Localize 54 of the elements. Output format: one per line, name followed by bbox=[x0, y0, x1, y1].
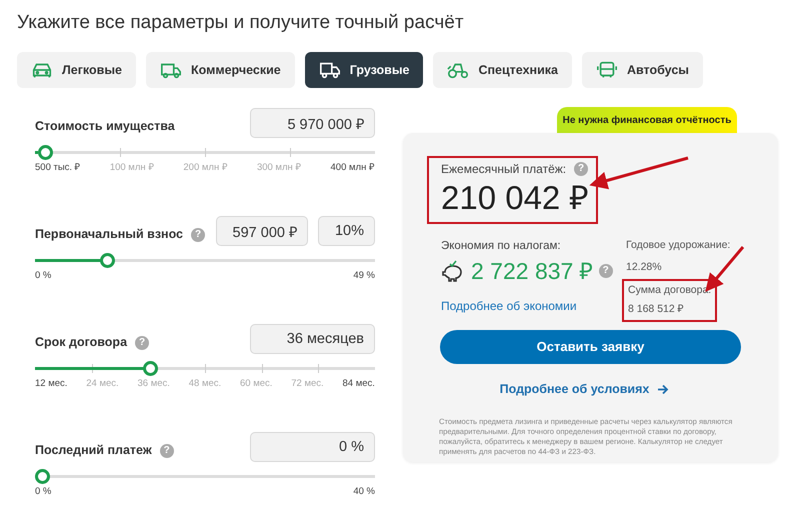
truck-icon bbox=[318, 61, 341, 79]
field-label: Стоимость имущества bbox=[35, 118, 175, 136]
field-label: Срок договора bbox=[35, 334, 128, 352]
van-icon bbox=[160, 61, 182, 79]
savings-label: Экономия по налогам: bbox=[441, 239, 562, 254]
bus-icon bbox=[596, 61, 618, 79]
slider-thumb[interactable] bbox=[38, 145, 54, 160]
contract-label: Сумма договора: bbox=[628, 282, 712, 298]
scale-label: 100 млн ₽ bbox=[110, 161, 154, 175]
annual-value: 12.28% bbox=[626, 260, 663, 275]
contract-value: 8 168 512 ₽ bbox=[628, 302, 685, 318]
monthly-label: Ежемесячный платёж: bbox=[441, 161, 566, 178]
scale-label: 300 млн ₽ bbox=[256, 161, 302, 175]
value-input[interactable]: 10% bbox=[318, 216, 375, 246]
scale-label: 36 мес. bbox=[138, 377, 170, 391]
scale-label: 24 мес. bbox=[86, 377, 119, 391]
savings-link[interactable]: Подробнее об экономии bbox=[441, 297, 577, 316]
scale-label: 49 % bbox=[353, 269, 375, 283]
value-input[interactable]: 597 000 ₽ bbox=[216, 216, 308, 246]
slider-thumb[interactable] bbox=[143, 361, 158, 376]
scale-label: 0 % bbox=[35, 485, 52, 499]
scale-label: 500 тыс. ₽ bbox=[35, 161, 81, 175]
value-input[interactable]: 0 % bbox=[250, 432, 375, 462]
scale-label: 48 мес. bbox=[188, 377, 222, 391]
monthly-amount: 210 042 ₽ bbox=[441, 178, 588, 218]
scale-label: 72 мес. bbox=[291, 377, 324, 391]
scale-label: 200 млн ₽ bbox=[183, 161, 228, 175]
scale-label: 40 % bbox=[353, 485, 375, 499]
tractor-icon bbox=[447, 61, 470, 79]
submit-button[interactable]: Оставить заявку bbox=[440, 330, 741, 364]
scale-label: 60 мес. bbox=[240, 377, 272, 391]
promo-badge: Не нужна финансовая отчётность bbox=[557, 107, 737, 133]
scale-label: 12 мес. bbox=[35, 377, 68, 391]
slider-thumb[interactable] bbox=[35, 469, 50, 484]
field-label: Последний платеж bbox=[35, 442, 152, 460]
scale-label: 0 % bbox=[35, 269, 52, 283]
piggy-bank-icon bbox=[441, 260, 465, 282]
field-label: Первоначальный взнос bbox=[35, 226, 184, 244]
scale-label: 400 млн ₽ bbox=[330, 161, 375, 175]
category-tab[interactable]: Спецтехника bbox=[433, 52, 572, 88]
slider-thumb[interactable] bbox=[100, 253, 115, 268]
car-icon bbox=[31, 61, 53, 79]
category-tab[interactable]: Коммерческие bbox=[146, 52, 295, 88]
page-heading: Укажите все параметры и получите точный расчёт bbox=[17, 11, 465, 35]
annual-label: Годовое удорожание: bbox=[626, 238, 732, 253]
category-tab[interactable]: Автобусы bbox=[582, 52, 703, 88]
arrow-right-icon bbox=[657, 384, 670, 395]
value-input[interactable]: 5 970 000 ₽ bbox=[250, 108, 375, 138]
category-tab[interactable]: Грузовые bbox=[304, 52, 424, 88]
category-tab[interactable]: Легковые bbox=[17, 52, 136, 88]
scale-label: 84 мес. bbox=[342, 377, 375, 391]
details-link[interactable]: Подробнее об условиях bbox=[500, 380, 670, 399]
value-input[interactable]: 36 месяцев bbox=[250, 324, 375, 354]
savings-amount: 2 722 837 ₽ bbox=[471, 257, 593, 286]
